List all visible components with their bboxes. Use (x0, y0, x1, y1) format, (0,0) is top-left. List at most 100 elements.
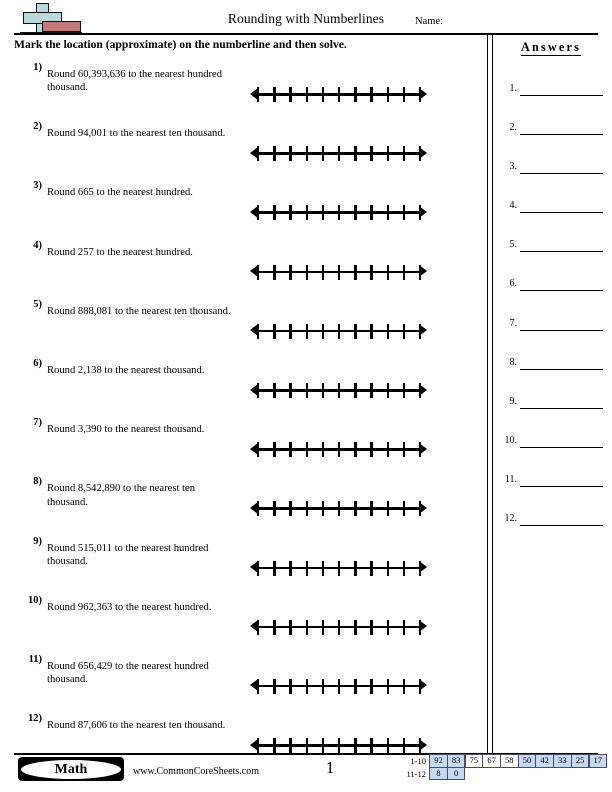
problem-number: 5) (33, 298, 42, 310)
subject-badge-label: Math (21, 759, 121, 779)
numberline-tick (402, 382, 406, 398)
problem-text: Round 60,393,636 to the nearest hundred … (47, 69, 223, 94)
answer-blank-line[interactable] (520, 173, 603, 175)
numberline-tick (289, 501, 292, 517)
problem-row: 9) Round 515,011 to the nearest hundred t… (0, 536, 487, 595)
numberline-tick (338, 264, 341, 280)
numberline-tick (321, 323, 325, 339)
arrow-right-icon (419, 620, 427, 633)
numberline-tick (354, 264, 357, 280)
answer-row: 1. (492, 69, 612, 108)
numberline-tick (338, 678, 341, 694)
answer-blank-line[interactable] (520, 407, 603, 409)
numberline[interactable] (250, 203, 427, 221)
answer-blank-line[interactable] (520, 134, 603, 136)
score-cell: 50 (517, 754, 537, 768)
answer-blank-line[interactable] (520, 525, 603, 527)
numberline-tick (289, 382, 292, 398)
numberline-tick (257, 442, 260, 458)
numberline-tick (402, 738, 406, 754)
numberline-tick (402, 146, 406, 162)
answer-blank-line[interactable] (520, 485, 603, 487)
numberline-tick (273, 442, 276, 458)
answer-row: 12. (492, 499, 612, 538)
numberline-tick (305, 146, 308, 162)
numberline-tick (257, 323, 260, 339)
problem-row: 11) Round 656,429 to the nearest hundred … (0, 654, 487, 713)
arrow-right-icon (419, 561, 427, 574)
numberline-tick (338, 382, 341, 398)
numberline[interactable] (250, 677, 427, 695)
numberline-tick (386, 501, 389, 517)
numberline-tick (321, 264, 325, 280)
numberline-tick (402, 264, 406, 280)
numberline-tick (370, 382, 373, 398)
problem-text: Round 2,138 to the nearest thousand. (47, 364, 205, 376)
problem-number: 9) (33, 535, 42, 547)
numberline-tick (273, 87, 276, 102)
answer-number: 1. (509, 83, 518, 94)
problem-row: 5) Round 888,081 to the nearest ten thous… (0, 299, 487, 358)
numberline-tick (354, 442, 357, 458)
numberline[interactable] (250, 144, 427, 162)
score-cell: 75 (464, 754, 484, 768)
numberline-tick (338, 619, 341, 635)
arrow-right-icon (419, 383, 427, 396)
numberline[interactable] (250, 736, 427, 754)
answer-blank-line[interactable] (520, 368, 603, 370)
numberline[interactable] (250, 440, 427, 458)
numberline[interactable] (250, 499, 427, 517)
numberline-tick (257, 501, 260, 517)
problem-row: 10) Round 962,363 to the nearest hundred. (0, 595, 487, 654)
answer-blank-line[interactable] (520, 290, 603, 292)
arrow-right-icon (419, 679, 427, 692)
numberline[interactable] (250, 381, 427, 399)
problem-row: 3) Round 665 to the nearest hundred. (0, 180, 487, 239)
numberline-tick (305, 619, 308, 635)
numberline-tick (273, 501, 276, 517)
answer-blank-line[interactable] (520, 251, 603, 253)
numberline-tick (257, 146, 260, 162)
answer-blank-line[interactable] (520, 446, 603, 448)
numberline-tick (354, 678, 357, 694)
numberline-tick (321, 501, 325, 517)
numberline-tick (321, 738, 325, 754)
problem-number: 2) (33, 121, 42, 133)
numberline[interactable] (250, 559, 427, 577)
numberline-tick (289, 87, 292, 102)
numberline-tick (354, 146, 357, 162)
numberline-tick (321, 442, 325, 458)
answer-blank-line[interactable] (520, 329, 603, 331)
answer-number: 4. (509, 200, 518, 212)
numberline-tick (321, 146, 325, 162)
numberline-tick (386, 442, 389, 458)
score-cell: 58 (500, 754, 519, 768)
answer-row: 3. (492, 147, 612, 186)
score-cell: 83 (446, 754, 466, 768)
problem-number: 7) (33, 417, 42, 429)
answer-blank-line[interactable] (520, 95, 603, 96)
numberline-tick (354, 205, 357, 221)
numberline-tick (289, 264, 292, 280)
numberline-tick (370, 678, 373, 694)
numberline-tick (370, 87, 373, 102)
numberline[interactable] (250, 263, 427, 281)
numberline-tick (354, 560, 357, 576)
arrow-right-icon (419, 265, 427, 278)
numberline[interactable] (250, 85, 427, 103)
problem-text: Round 94,001 to the nearest ten thousand… (47, 128, 226, 140)
numberline-tick (402, 678, 406, 694)
numberline-tick (321, 382, 325, 398)
problem-text: Round 257 to the nearest hundred. (47, 246, 193, 258)
arrow-right-icon (419, 501, 427, 514)
answer-blank-line[interactable] (520, 212, 603, 214)
answer-number: 12. (504, 513, 518, 525)
numberline-tick (402, 323, 406, 339)
problem-text: Round 3,390 to the nearest thousand. (47, 424, 205, 436)
numberline-tick (305, 678, 308, 694)
numberline[interactable] (250, 322, 427, 340)
numberline[interactable] (250, 618, 427, 636)
numberline-tick (338, 205, 341, 221)
numberline-tick (354, 738, 357, 754)
numberline-tick (370, 442, 373, 458)
